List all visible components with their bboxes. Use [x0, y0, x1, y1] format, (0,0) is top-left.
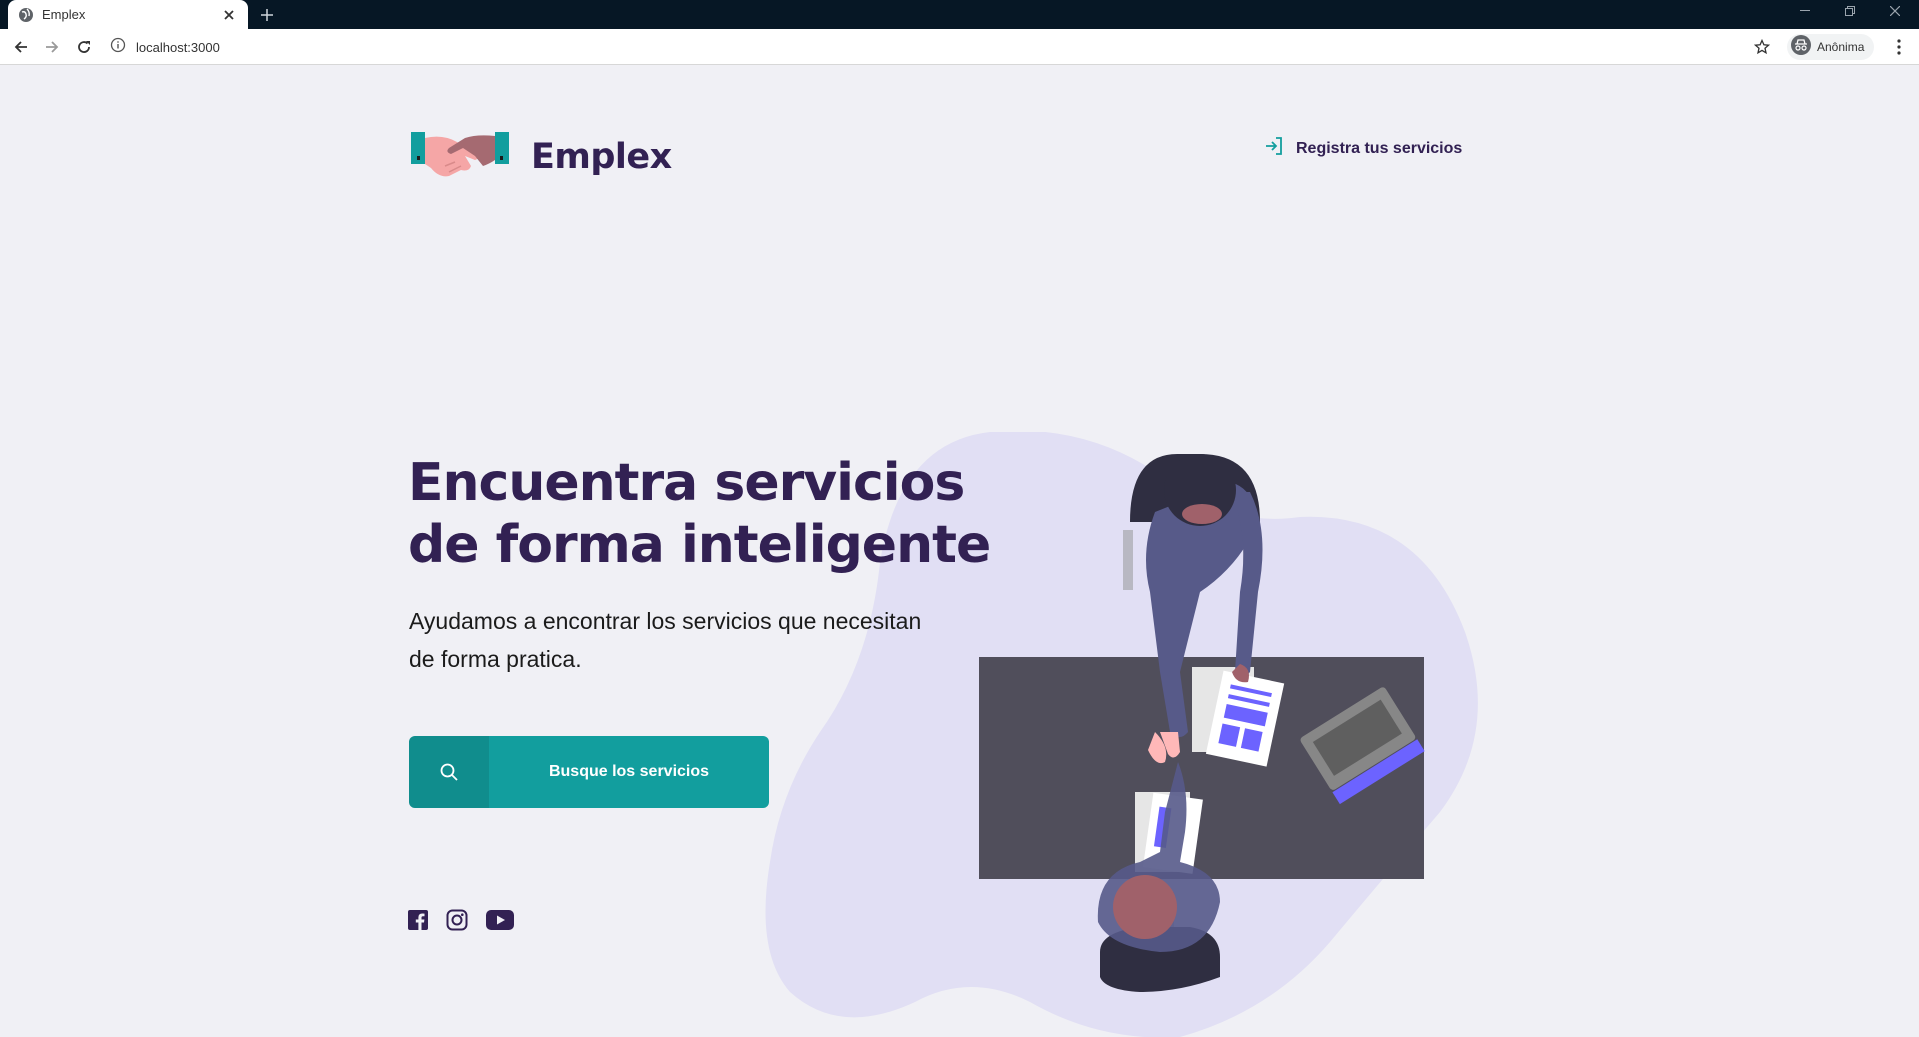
new-tab-icon[interactable]	[256, 4, 278, 26]
logo[interactable]: Emplex	[409, 126, 672, 187]
hero-subtitle-line-2: de forma pratica.	[409, 646, 582, 672]
hero-title-line-2: de forma inteligente	[408, 515, 991, 575]
tab-title: Emplex	[42, 7, 86, 22]
instagram-icon[interactable]	[446, 909, 468, 931]
hero-title: Encuentra servicios de forma inteligente	[408, 452, 1008, 576]
page-content: Emplex Registra tus servicios Encuentra …	[0, 66, 1919, 1037]
browser-tab-bar: Emplex	[0, 0, 1919, 29]
url-text: localhost:3000	[136, 39, 220, 55]
incognito-icon	[1791, 34, 1811, 60]
forward-icon[interactable]	[40, 35, 64, 59]
browser-menu-icon[interactable]	[1888, 36, 1910, 58]
search-icon	[409, 736, 489, 808]
search-services-label: Busque los servicios	[548, 763, 710, 780]
hero-subtitle-line-1: Ayudamos a encontrar los servicios que n…	[409, 608, 922, 634]
restore-icon[interactable]	[1830, 0, 1870, 22]
back-icon[interactable]	[9, 35, 33, 59]
youtube-icon[interactable]	[486, 910, 514, 930]
brand-name: Emplex	[531, 136, 672, 177]
hero-title-line-1: Encuentra servicios	[408, 453, 965, 513]
facebook-icon[interactable]	[408, 910, 428, 930]
bookmark-star-icon[interactable]	[1752, 37, 1772, 57]
register-services-link[interactable]: Registra tus servicios	[1264, 136, 1462, 161]
address-bar[interactable]: localhost:3000	[110, 33, 1760, 61]
profile-label: Anônima	[1817, 40, 1865, 54]
browser-toolbar: localhost:3000 Anônima	[0, 29, 1919, 65]
handshake-logo-icon	[409, 126, 511, 187]
globe-icon	[18, 7, 34, 23]
incognito-profile-button[interactable]: Anônima	[1787, 34, 1875, 60]
close-window-icon[interactable]	[1875, 0, 1915, 22]
register-services-label: Registra tus servicios	[1296, 139, 1463, 157]
log-in-icon	[1264, 136, 1284, 161]
browser-tab[interactable]: Emplex	[8, 0, 248, 29]
close-tab-icon[interactable]	[220, 6, 238, 24]
search-services-button[interactable]: Busque los servicios	[409, 736, 769, 808]
info-icon[interactable]	[110, 37, 126, 58]
minimize-icon[interactable]	[1785, 0, 1825, 22]
social-links	[408, 909, 532, 931]
hero-subtitle: Ayudamos a encontrar los servicios que n…	[409, 602, 969, 678]
reload-icon[interactable]	[72, 35, 96, 59]
